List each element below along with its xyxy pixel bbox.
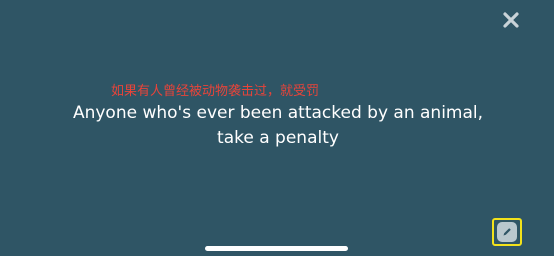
close-icon	[502, 11, 520, 29]
translation-annotation: 如果有人曾经被动物袭击过，就受罚	[111, 84, 320, 99]
close-button[interactable]	[502, 11, 520, 29]
edit-button[interactable]	[492, 218, 522, 246]
pencil-icon	[497, 222, 517, 242]
home-indicator[interactable]	[205, 246, 348, 251]
prompt-text: Anyone who's ever been attacked by an an…	[72, 103, 484, 148]
